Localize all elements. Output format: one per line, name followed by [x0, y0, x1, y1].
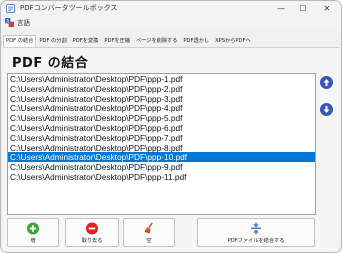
merge-icon: [250, 222, 262, 235]
file-list-item[interactable]: C:\Users\Administrator\Desktop\PDF\ppp-9…: [8, 162, 315, 172]
tab-split-pdf[interactable]: PDF の分割: [36, 35, 69, 47]
tab-delete-pages[interactable]: ページを削除する: [133, 35, 180, 47]
app-icon: [6, 4, 15, 13]
arrow-down-icon: [323, 106, 330, 113]
broom-icon: [144, 222, 153, 234]
tab-merge-pdf[interactable]: PDF の結合: [3, 35, 37, 47]
title-bar[interactable]: PDFコンバータツールボックス — ☐ ✕: [1, 1, 341, 16]
merge-pdf-button-label: PDFファイルを結合する: [227, 238, 285, 244]
file-list-item[interactable]: C:\Users\Administrator\Desktop\PDF\ppp-5…: [8, 113, 315, 123]
file-list-item[interactable]: C:\Users\Administrator\Desktop\PDF\ppp-3…: [8, 94, 315, 104]
move-down-button[interactable]: [320, 103, 333, 116]
file-list-item[interactable]: C:\Users\Administrator\Desktop\PDF\ppp-1…: [8, 152, 315, 162]
app-window: PDFコンバータツールボックス — ☐ ✕ A 言語 PDF の結合 PDF の…: [0, 0, 342, 253]
tab-pdf-watermark[interactable]: PDF透かし: [180, 35, 212, 47]
close-button[interactable]: ✕: [317, 2, 337, 15]
clear-button[interactable]: 空: [123, 218, 175, 247]
file-list-item[interactable]: C:\Users\Administrator\Desktop\PDF\ppp-6…: [8, 123, 315, 133]
tab-strip: PDF の結合 PDF の分割 PDFを変換 PDFを圧縮 ページを削除する P…: [3, 35, 339, 47]
remove-button-label: 取り去る: [81, 238, 103, 244]
clear-button-label: 空: [146, 238, 152, 244]
arrow-up-icon: [323, 79, 330, 86]
minimize-button[interactable]: —: [271, 2, 291, 15]
add-button-label: 増: [30, 238, 36, 244]
menu-bar: A 言語: [1, 16, 341, 29]
file-list-item[interactable]: C:\Users\Administrator\Desktop\PDF\ppp-2…: [8, 84, 315, 94]
merge-pdf-button[interactable]: PDFファイルを結合する: [197, 218, 315, 247]
add-button[interactable]: 増: [7, 218, 59, 247]
file-list-item[interactable]: C:\Users\Administrator\Desktop\PDF\ppp-1…: [8, 172, 315, 182]
file-list-item[interactable]: C:\Users\Administrator\Desktop\PDF\ppp-4…: [8, 103, 315, 113]
minus-icon: [85, 222, 99, 235]
maximize-button[interactable]: ☐: [293, 2, 313, 15]
window-title: PDFコンバータツールボックス: [20, 4, 118, 12]
file-list-item[interactable]: C:\Users\Administrator\Desktop\PDF\ppp-1…: [8, 74, 315, 84]
file-list-item[interactable]: C:\Users\Administrator\Desktop\PDF\ppp-7…: [8, 133, 315, 143]
file-list-item[interactable]: C:\Users\Administrator\Desktop\PDF\ppp-8…: [8, 143, 315, 153]
tab-convert-pdf[interactable]: PDFを変換: [70, 35, 102, 47]
tab-compress-pdf[interactable]: PDFを圧縮: [101, 35, 133, 47]
menu-language-label: 言語: [17, 19, 30, 27]
file-list[interactable]: C:\Users\Administrator\Desktop\PDF\ppp-1…: [7, 73, 316, 215]
move-up-button[interactable]: [320, 76, 333, 89]
language-icon: A: [5, 17, 14, 27]
remove-button[interactable]: 取り去る: [65, 218, 119, 247]
menu-language[interactable]: A 言語: [5, 17, 30, 27]
plus-icon: [26, 222, 40, 235]
page-title: PDF の結合: [12, 56, 89, 71]
tab-xps-to-pdf[interactable]: XPSからPDFへ: [212, 35, 254, 47]
merge-panel: PDF の結合 C:\Users\Administrator\Desktop\P…: [3, 47, 339, 251]
